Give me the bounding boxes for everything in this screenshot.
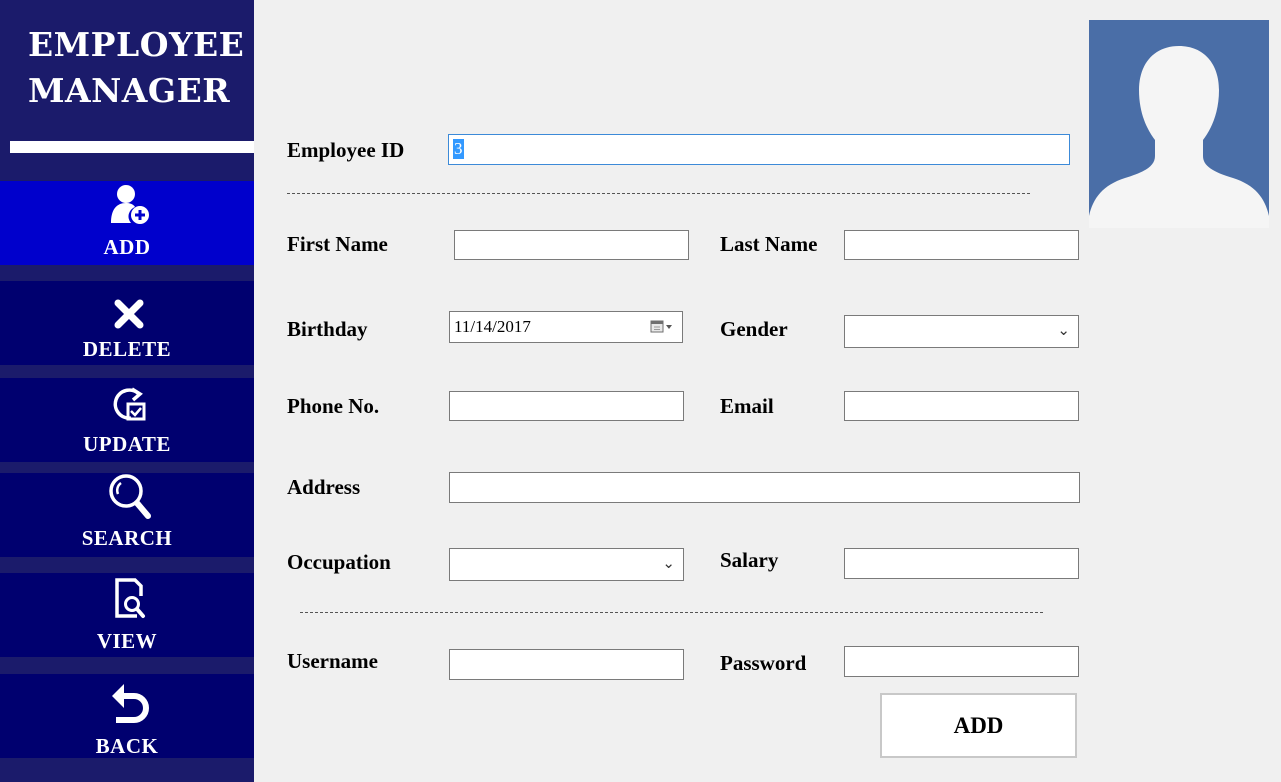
close-icon [102,293,156,335]
app-title: EMPLOYEE MANAGER [28,25,245,110]
calendar-dropdown-icon[interactable] [650,320,674,339]
password-field[interactable] [844,646,1079,677]
divider [300,612,1043,613]
email-field[interactable] [844,391,1079,421]
first-name-label: First Name [287,232,388,256]
phone-field[interactable] [449,391,684,421]
update-icon [102,384,156,426]
password-label: Password [720,651,807,675]
divider [287,193,1030,194]
employee-id-field[interactable]: 3 [448,134,1070,165]
chevron-down-icon: ⌄ [1057,321,1070,339]
search-icon [102,474,156,519]
add-employee-button[interactable]: ADD [880,693,1077,758]
phone-label: Phone No. [287,394,380,418]
salary-field[interactable] [844,548,1079,579]
sidebar: EMPLOYEE MANAGER ADD DELETE UPDATE SEARC… [0,0,254,782]
salary-label: Salary [720,548,779,572]
view-document-icon [102,577,156,619]
address-field[interactable] [449,472,1080,503]
back-arrow-icon [102,682,156,724]
username-label: Username [287,649,378,673]
address-label: Address [287,475,361,499]
employee-id-label: Employee ID [287,138,405,162]
nav-back-button[interactable]: BACK [0,674,254,758]
nav-view-button[interactable]: VIEW [0,573,254,657]
username-field[interactable] [449,649,684,680]
nav-delete-label: DELETE [82,337,172,361]
gender-dropdown[interactable]: ⌄ [844,315,1079,348]
gender-label: Gender [720,317,788,341]
nav-search-label: SEARCH [81,526,173,550]
email-label: Email [720,394,774,418]
birthday-value: 11/14/2017 [454,317,531,336]
birthday-date-picker[interactable]: 11/14/2017 [449,311,683,343]
nav-update-button[interactable]: UPDATE [0,378,254,462]
add-user-icon [102,183,156,225]
nav-back-label: BACK [95,734,159,758]
last-name-label: Last Name [720,232,818,256]
employee-id-value: 3 [453,139,464,159]
occupation-label: Occupation [287,550,391,574]
nav-view-label: VIEW [96,629,158,653]
chevron-down-icon: ⌄ [662,554,675,572]
nav-search-button[interactable]: SEARCH [0,473,254,557]
nav-add-label: ADD [103,235,151,259]
birthday-label: Birthday [287,317,368,341]
nav-update-label: UPDATE [83,432,171,456]
occupation-dropdown[interactable]: ⌄ [449,548,684,581]
nav-add-button[interactable]: ADD [0,181,254,265]
nav-delete-button[interactable]: DELETE [0,281,254,365]
last-name-field[interactable] [844,230,1079,260]
first-name-field[interactable] [454,230,689,260]
title-underline [10,141,254,153]
